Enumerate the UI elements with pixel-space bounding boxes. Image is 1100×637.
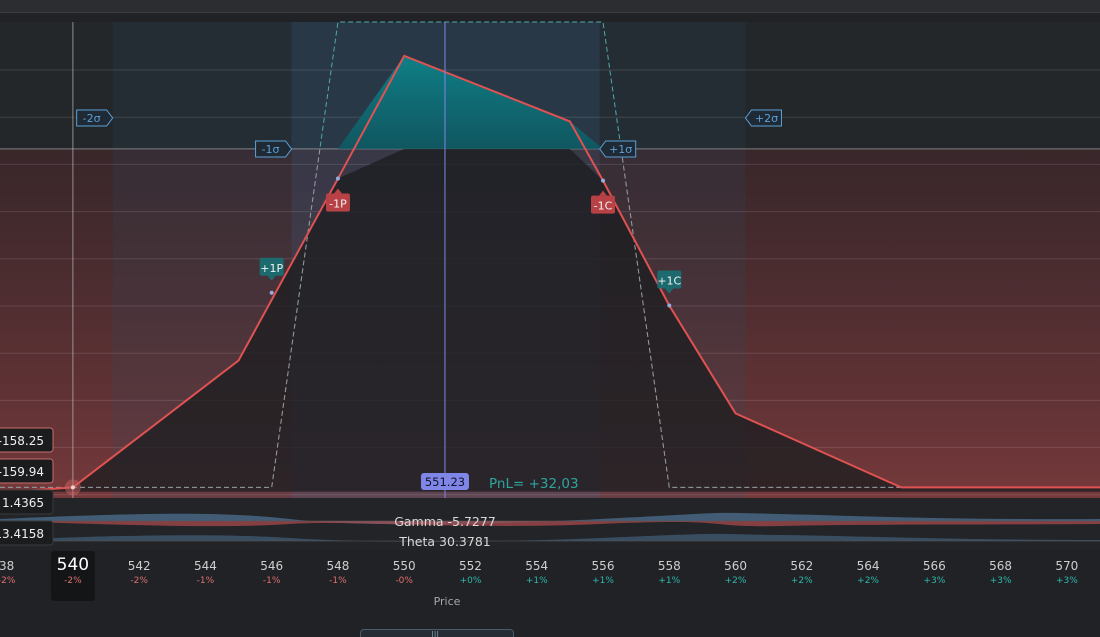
x-tick-label: 570 bbox=[1055, 559, 1078, 573]
x-tick-label: 562 bbox=[790, 559, 813, 573]
x-tick-percent: +1% bbox=[592, 576, 614, 586]
x-tick-percent: +3% bbox=[990, 576, 1012, 586]
leg-point[interactable] bbox=[667, 303, 672, 308]
greek-label: Theta 30.3781 bbox=[398, 534, 490, 549]
x-tick-label: 560 bbox=[724, 559, 747, 573]
x-tick-label: 542 bbox=[128, 559, 151, 573]
x-tick-label: 544 bbox=[194, 559, 217, 573]
x-tick-percent: -1% bbox=[329, 576, 347, 586]
y-value-readout: -158.25 bbox=[0, 434, 44, 448]
x-tick-label: 540 bbox=[57, 555, 89, 575]
x-tick-percent: +3% bbox=[1056, 576, 1078, 586]
x-tick-label: 564 bbox=[857, 559, 880, 573]
x-tick-percent: -2% bbox=[130, 576, 148, 586]
x-tick-percent: +1% bbox=[658, 576, 680, 586]
horizontal-scroll-handle[interactable]: ||| bbox=[360, 629, 514, 637]
x-tick-percent: -1% bbox=[263, 576, 281, 586]
x-tick-label: 550 bbox=[393, 559, 416, 573]
x-tick-percent: -2% bbox=[0, 576, 16, 586]
grip-icon: ||| bbox=[431, 630, 440, 637]
x-tick-label: 558 bbox=[658, 559, 681, 573]
x-tick-label: 566 bbox=[923, 559, 946, 573]
x-tick-percent: -0% bbox=[395, 576, 413, 586]
leg-point[interactable] bbox=[269, 290, 274, 295]
leg-label: -1P bbox=[329, 198, 347, 211]
leg-label: +1C bbox=[657, 274, 681, 287]
sigma-label: -2σ bbox=[83, 112, 101, 125]
x-axis-title: Price bbox=[434, 595, 461, 608]
x-tick-label: 568 bbox=[989, 559, 1012, 573]
leg-label: -1C bbox=[594, 200, 613, 213]
y-value-readout: 13.4158 bbox=[0, 527, 44, 541]
x-tick-label: 554 bbox=[525, 559, 548, 573]
x-tick-percent: +1% bbox=[526, 576, 548, 586]
x-tick-label: 552 bbox=[459, 559, 482, 573]
x-tick-percent: -1% bbox=[197, 576, 215, 586]
x-tick-label: 556 bbox=[592, 559, 615, 573]
x-tick-label: 38 bbox=[0, 559, 14, 573]
y-value-readout: -159.94 bbox=[0, 465, 44, 479]
x-tick-label: 548 bbox=[326, 559, 349, 573]
leg-label: +1P bbox=[260, 262, 283, 275]
sigma-label: +2σ bbox=[755, 112, 778, 125]
x-tick-label: 546 bbox=[260, 559, 283, 573]
sigma-label: +1σ bbox=[609, 143, 632, 156]
x-tick-percent: +2% bbox=[725, 576, 747, 586]
greek-label: Gamma -5.7277 bbox=[394, 514, 496, 529]
x-tick-percent: +3% bbox=[923, 576, 945, 586]
payoff-chart[interactable]: -2σ -1σ +1σ +2σ -1P +1P -1C +1C 551.23 PnL= +32,0… bbox=[0, 0, 1100, 637]
x-tick-percent: +0% bbox=[460, 576, 482, 586]
leg-point[interactable] bbox=[601, 178, 606, 183]
x-tick-percent: +2% bbox=[857, 576, 879, 586]
leg-point[interactable] bbox=[335, 176, 340, 181]
crosshair-point-dot bbox=[70, 485, 75, 490]
y-value-readout: 1.4365 bbox=[2, 496, 44, 510]
x-tick-percent: -2% bbox=[64, 576, 82, 586]
sigma-label: -1σ bbox=[262, 143, 280, 156]
current-price-label: 551.23 bbox=[425, 475, 465, 489]
payoff-chart-panel: -2σ -1σ +1σ +2σ -1P +1P -1C +1C 551.23 PnL= +32,0… bbox=[0, 0, 1100, 637]
x-tick-percent: +2% bbox=[791, 576, 813, 586]
pnl-readout: PnL= +32,03 bbox=[489, 476, 579, 492]
